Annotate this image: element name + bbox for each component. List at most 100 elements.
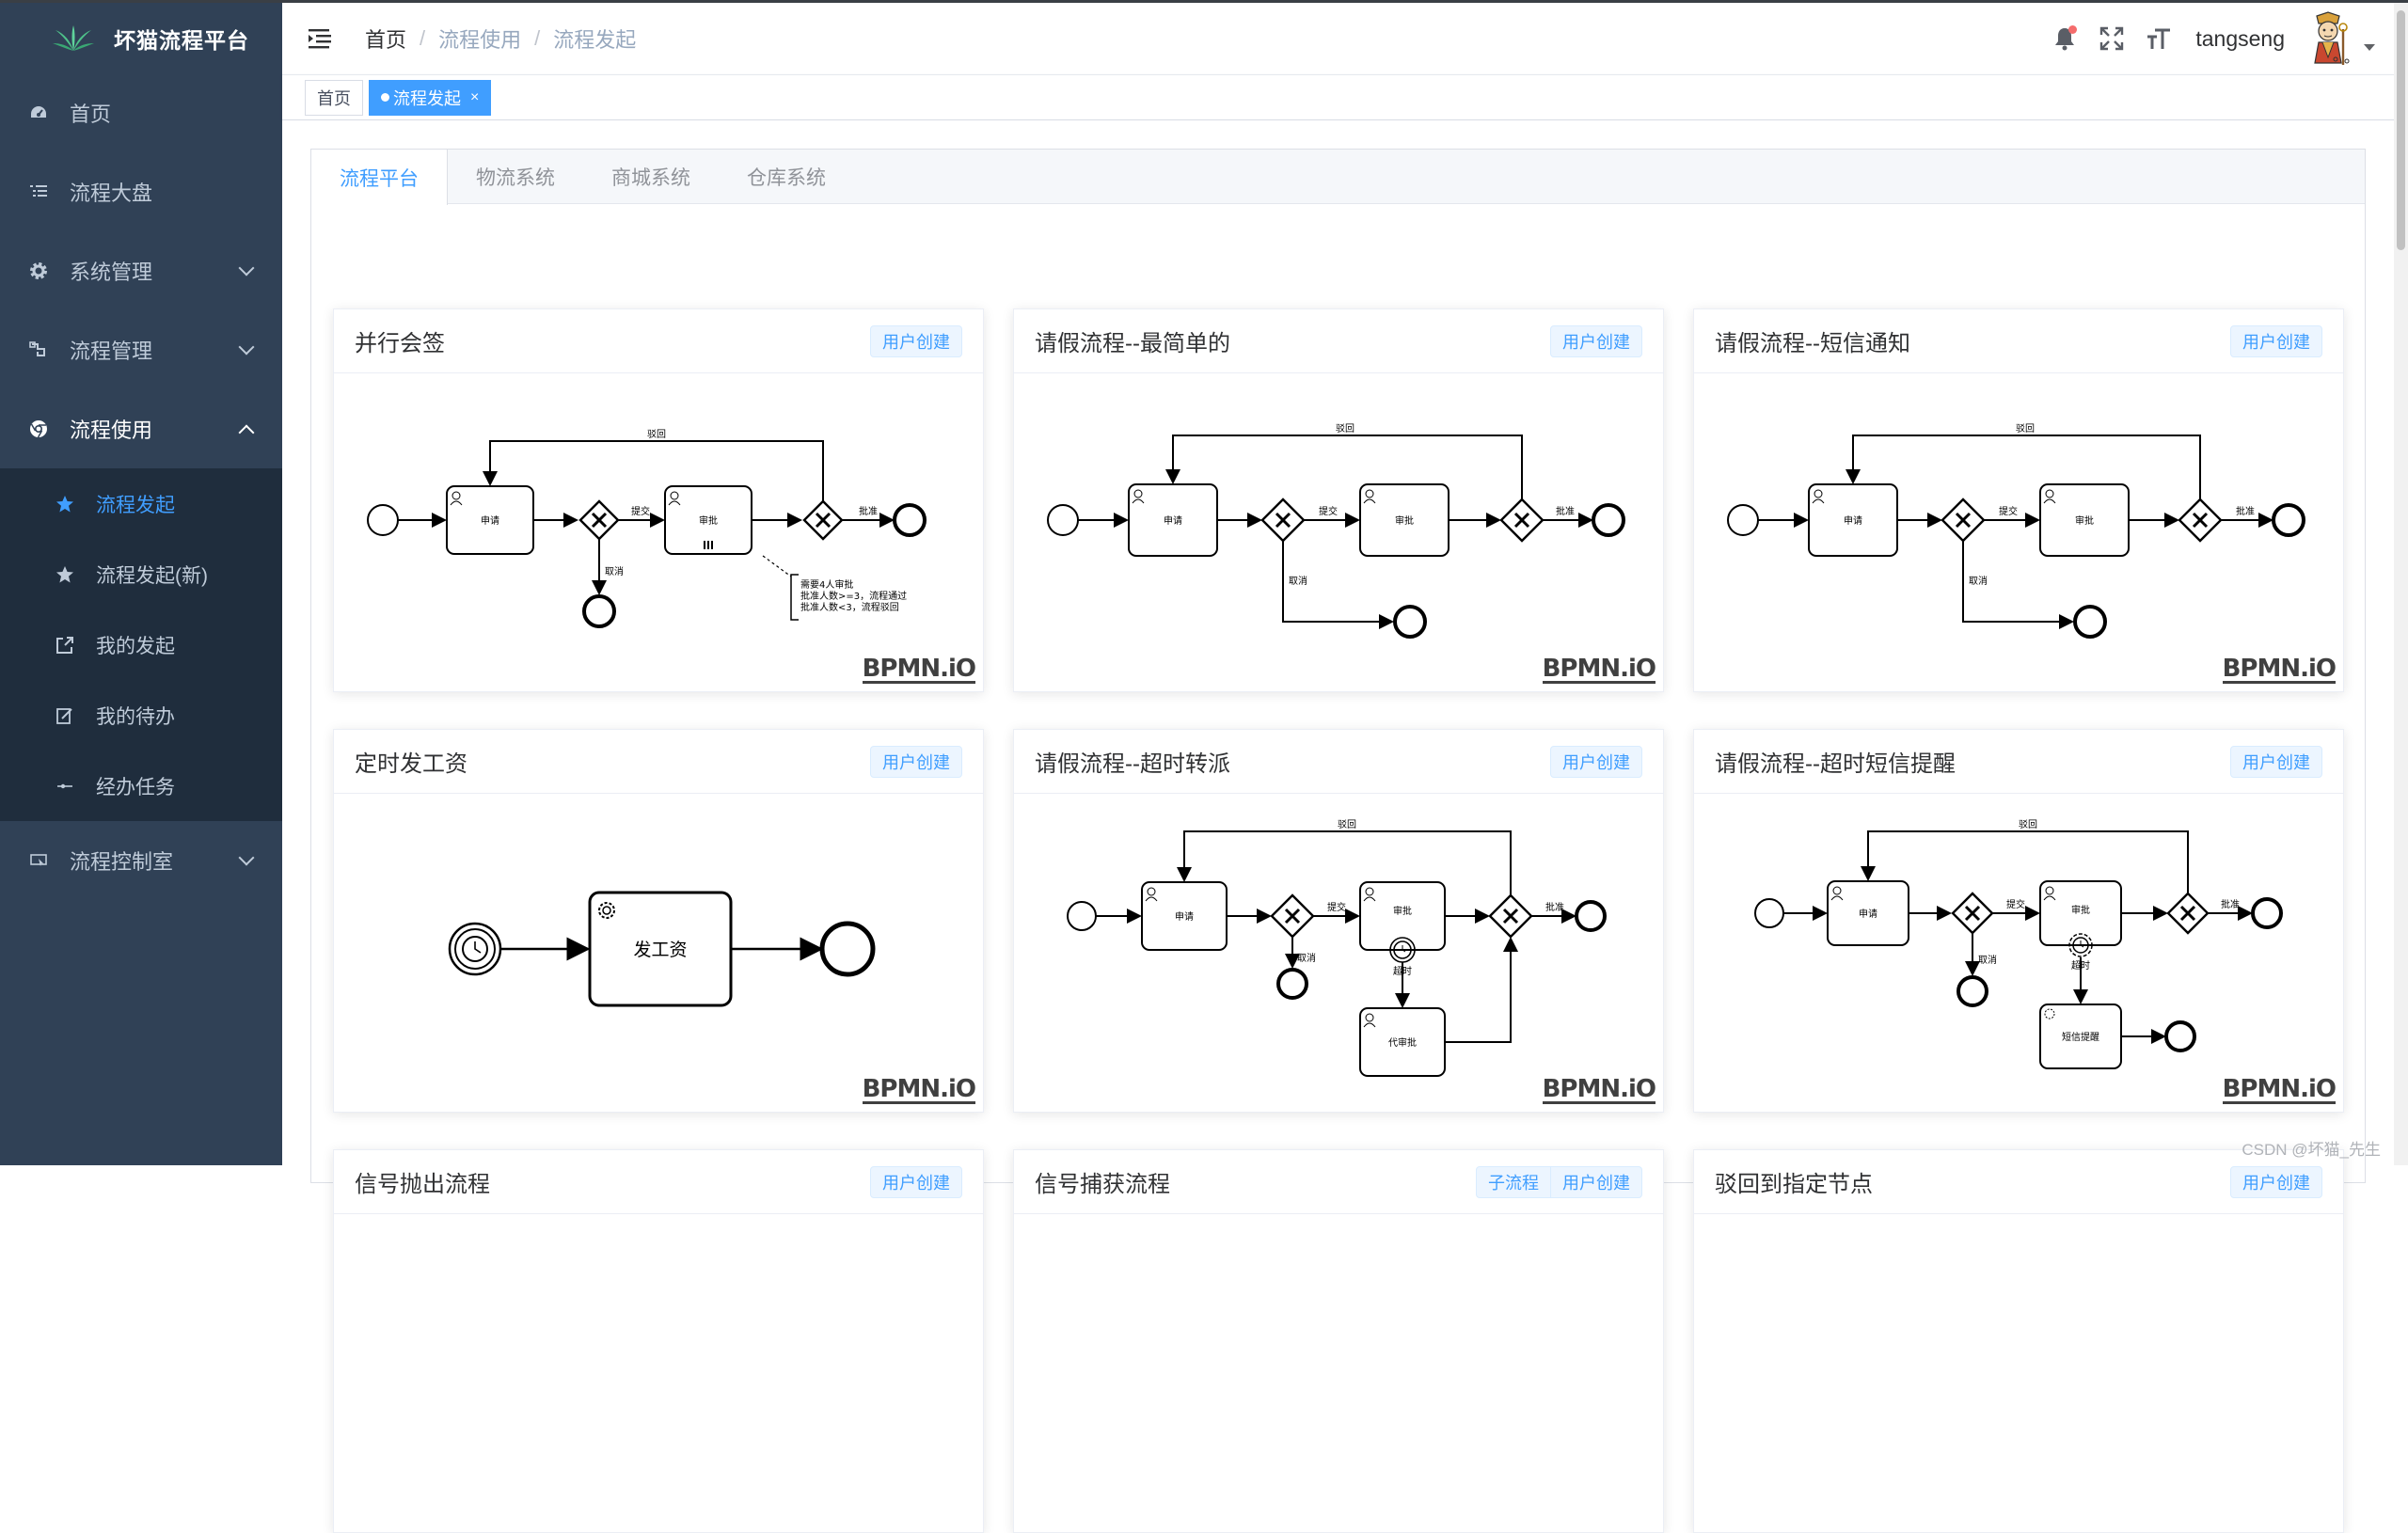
bpmn-diagram: 申请 审批 短信提醒 驳回 提交 批准 取消 超时 BPMN.iO xyxy=(1694,794,2343,1114)
process-card[interactable]: 信号抛出流程 用户创建 xyxy=(333,1149,984,1533)
watermark: CSDN @坏猫_先生 xyxy=(2242,1141,2381,1159)
bpmn-diagram: 发工资 BPMN.iO xyxy=(334,794,983,1114)
flow-label: 取消 xyxy=(1978,954,1997,966)
sidebar-item-my-started[interactable]: 我的发起 xyxy=(0,609,282,680)
bpmn-io-logo[interactable]: BPMN.iO xyxy=(862,1077,976,1104)
sidebar-item-dashboard[interactable]: 流程大盘 xyxy=(0,152,282,231)
app-main: 流程平台 物流系统 商城系统 仓库系统 并行会签 用户创建 申请 审批 驳回 提… xyxy=(282,120,2394,1533)
card-header: 信号抛出流程 用户创建 xyxy=(334,1150,983,1214)
process-card[interactable]: 信号捕获流程 子流程 用户创建 xyxy=(1013,1149,1664,1533)
card-title: 驳回到指定节点 xyxy=(1715,1172,1873,1197)
process-card[interactable]: 定时发工资 用户创建 发工资 BPMN.iO xyxy=(333,729,984,1113)
sidebar-item-label: 我的待办 xyxy=(96,705,175,728)
badges: 用户创建 xyxy=(1550,745,1642,778)
tag-start-process[interactable]: 流程发起 × xyxy=(369,79,492,116)
badges: 子流程 用户创建 xyxy=(1476,1165,1642,1198)
user-created-badge: 用户创建 xyxy=(1550,324,1642,357)
badges: 用户创建 xyxy=(2230,745,2322,778)
chevron-up-icon xyxy=(238,424,255,441)
flow-label: 超时 xyxy=(1393,965,1412,977)
task-label: 代审批 xyxy=(1388,1036,1417,1049)
sidebar-item-system[interactable]: 系统管理 xyxy=(0,231,282,310)
font-size-icon[interactable] xyxy=(2145,24,2173,53)
card-title: 定时发工资 xyxy=(355,751,467,777)
process-card[interactable]: 请假流程--最简单的 用户创建 申请 审批 驳回 提交 批准 取消 BPMN.i… xyxy=(1013,308,1664,692)
chrome-icon xyxy=(28,419,49,439)
user-created-badge: 用户创建 xyxy=(2230,745,2322,778)
tab-logistics[interactable]: 物流系统 xyxy=(448,150,583,204)
username[interactable]: tangseng xyxy=(2195,26,2285,52)
annotation-text: 批准人数<3，流程驳回 xyxy=(800,601,899,613)
bpmn-io-logo[interactable]: BPMN.iO xyxy=(862,656,976,684)
page-scrollbar[interactable] xyxy=(2394,3,2408,1165)
flow-label: 驳回 xyxy=(1336,423,1354,435)
tag-home[interactable]: 首页 xyxy=(305,79,363,116)
breadcrumb-home[interactable]: 首页 xyxy=(365,24,406,54)
card-title: 请假流程--最简单的 xyxy=(1035,331,1230,356)
task-label: 申请 xyxy=(1164,514,1182,527)
user-created-badge: 用户创建 xyxy=(1551,1165,1642,1198)
flow-label: 驳回 xyxy=(2016,423,2035,435)
close-icon[interactable]: × xyxy=(470,89,479,106)
sidebar-item-start-process-new[interactable]: 流程发起(新) xyxy=(0,539,282,609)
task-label: 审批 xyxy=(1395,514,1414,527)
bpmn-io-logo[interactable]: BPMN.iO xyxy=(2222,656,2337,684)
card-header: 请假流程--超时短信提醒 用户创建 xyxy=(1694,730,2343,794)
user-created-badge: 用户创建 xyxy=(2230,1165,2322,1198)
avatar[interactable] xyxy=(2302,10,2354,67)
sidebar-item-control-room[interactable]: 流程控制室 xyxy=(0,821,282,900)
bpmn-svg: 申请 审批 驳回 提交 批准 取消 需要4人审批 批准人数>=3，流程通过 批准… xyxy=(367,429,927,628)
sidebar-item-handled-tasks[interactable]: 经办任务 xyxy=(0,751,282,821)
scrollbar-thumb[interactable] xyxy=(2397,10,2405,250)
logo-icon xyxy=(53,24,94,51)
sidebar-item-label: 首页 xyxy=(70,103,112,126)
process-card[interactable]: 请假流程--超时短信提醒 用户创建 申请 审批 短信提醒 驳回 提交 批准 取消… xyxy=(1693,729,2344,1113)
badges: 用户创建 xyxy=(870,1165,962,1198)
flow-label: 驳回 xyxy=(647,429,666,440)
task-label: 审批 xyxy=(2075,514,2094,527)
gear-icon xyxy=(28,261,49,281)
hamburger-icon[interactable] xyxy=(309,28,333,49)
star-icon xyxy=(55,564,75,585)
process-card[interactable]: 请假流程--短信通知 用户创建 申请 审批 驳回 提交 批准 取消 BPMN.i… xyxy=(1693,308,2344,692)
caret-down-icon[interactable] xyxy=(2364,43,2375,51)
list-icon xyxy=(28,182,49,202)
bpmn-svg: 申请 审批 驳回 提交 批准 取消 xyxy=(1047,423,1625,639)
process-card[interactable]: 驳回到指定节点 用户创建 xyxy=(1693,1149,2344,1533)
bpmn-io-logo[interactable]: BPMN.iO xyxy=(1542,656,1656,684)
sidebar-item-my-todo[interactable]: 我的待办 xyxy=(0,680,282,751)
card-title: 并行会签 xyxy=(355,331,445,356)
tabs-header: 流程平台 物流系统 商城系统 仓库系统 xyxy=(311,150,2365,205)
chevron-down-icon xyxy=(238,849,255,866)
bpmn-diagram: 申请 审批 驳回 提交 批准 取消 需要4人审批 批准人数>=3，流程通过 批准… xyxy=(334,373,983,693)
annotation-text: 批准人数>=3，流程通过 xyxy=(800,590,907,602)
sidebar-item-home[interactable]: 首页 xyxy=(0,73,282,152)
process-card[interactable]: 并行会签 用户创建 申请 审批 驳回 提交 批准 取消 需要4人审批 批准人数>… xyxy=(333,308,984,692)
sidebar-item-start-process[interactable]: 流程发起 xyxy=(0,468,282,539)
task-label: 申请 xyxy=(1859,908,1877,920)
breadcrumb-separator: / xyxy=(420,26,426,50)
breadcrumb-separator: / xyxy=(534,26,541,50)
bpmn-io-logo[interactable]: BPMN.iO xyxy=(2222,1077,2337,1104)
sidebar-item-flow-manage[interactable]: 流程管理 xyxy=(0,310,282,389)
tab-mall[interactable]: 商城系统 xyxy=(583,150,719,204)
tab-warehouse[interactable]: 仓库系统 xyxy=(719,150,854,204)
bell-icon[interactable] xyxy=(2051,24,2079,53)
edit-icon xyxy=(55,705,75,726)
sidebar-item-label: 流程控制室 xyxy=(70,850,174,874)
tab-flow-platform[interactable]: 流程平台 xyxy=(311,150,448,205)
process-card[interactable]: 请假流程--超时转派 用户创建 申请 审批 代审批 驳回 提交 批准 取消 超时… xyxy=(1013,729,1664,1113)
sidebar-item-flow-use[interactable]: 流程使用 xyxy=(0,389,282,468)
bpmn-io-logo[interactable]: BPMN.iO xyxy=(1542,1077,1656,1104)
sidebar-item-label: 流程发起 xyxy=(96,494,175,516)
navbar: 首页 / 流程使用 / 流程发起 tangseng xyxy=(282,3,2394,74)
user-created-badge: 用户创建 xyxy=(870,1165,962,1198)
fullscreen-icon[interactable] xyxy=(2098,24,2126,53)
flow-label: 提交 xyxy=(631,505,650,517)
tag-label: 流程发起 xyxy=(393,88,461,108)
badges: 用户创建 xyxy=(2230,1165,2322,1198)
annotation-text: 需要4人审批 xyxy=(800,578,853,591)
bpmn-svg: 申请 审批 代审批 驳回 提交 批准 取消 超时 xyxy=(1067,819,1607,1077)
submenu-flow-use: 流程发起 流程发起(新) 我的发起 我的待办 经办任务 xyxy=(0,468,282,821)
logo[interactable]: 坏猫流程平台 xyxy=(0,3,282,73)
